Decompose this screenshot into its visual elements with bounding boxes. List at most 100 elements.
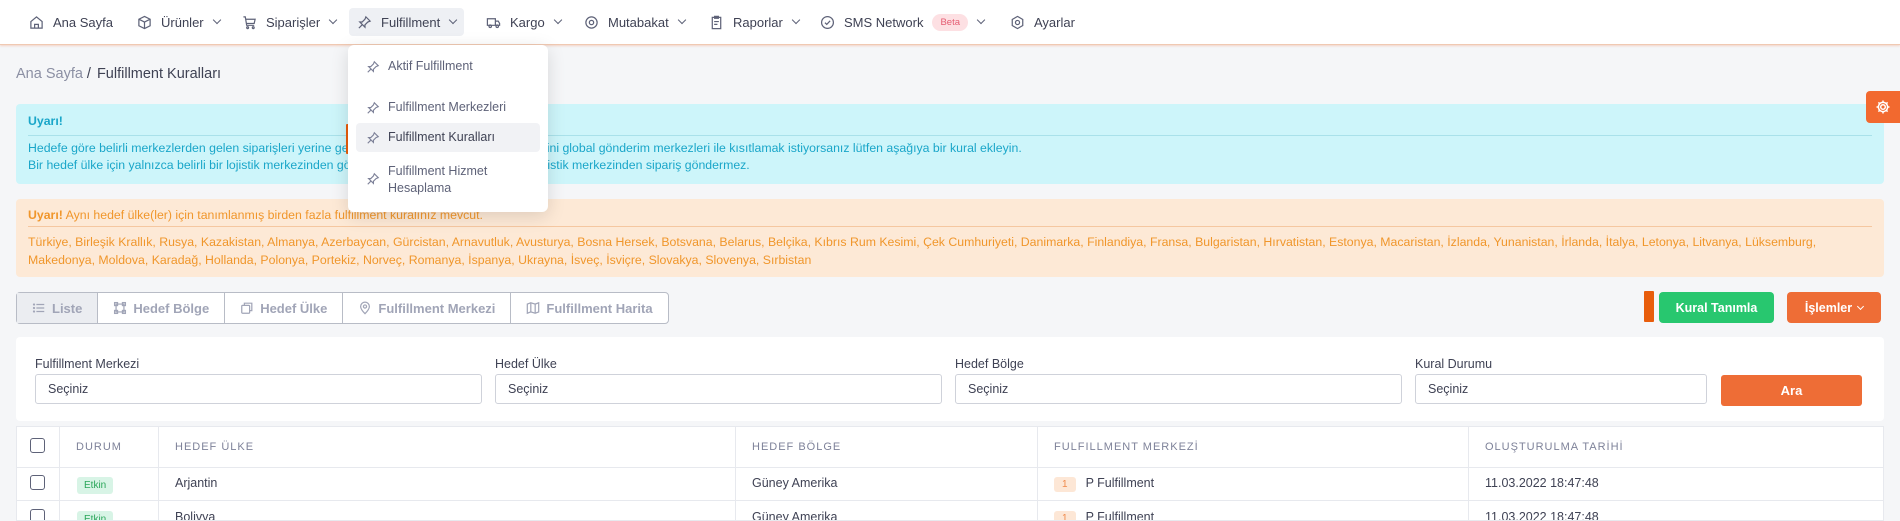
warning-alert: Uyarı! Aynı hedef ülke(ler) için tanımla… (16, 199, 1884, 277)
operations-dropdown-button[interactable]: İşlemler (1787, 292, 1881, 323)
tab-fulfillment-center[interactable]: Fulfillment Merkezi (343, 293, 512, 323)
clipboard-icon (711, 15, 722, 29)
column-header-status[interactable]: DURUM (76, 427, 122, 467)
nav-orders[interactable]: Siparişler (238, 8, 340, 36)
breadcrumb: Ana Sayfa / Fulfillment Kuralları (16, 66, 221, 82)
row-checkbox[interactable] (30, 509, 45, 520)
pin-icon (367, 131, 380, 144)
nav-products[interactable]: Ürünler (133, 8, 224, 36)
nav-shipping[interactable]: Kargo (482, 8, 565, 36)
tab-label: Hedef Bölge (133, 300, 210, 316)
nav-label: Siparişler (266, 14, 321, 30)
tab-list[interactable]: Liste (17, 293, 99, 323)
tab-fulfillment-map[interactable]: Fulfillment Harita (511, 293, 667, 323)
view-tabs: Liste Hedef Bölge Hedef Ülke Fulfillment… (16, 292, 669, 324)
settings-panel-toggle[interactable] (1866, 91, 1900, 123)
page-title: Fulfillment Kuralları (96, 66, 222, 82)
warning-country-list: Türkiye, Birleşik Krallık, Rusya, Kazaki… (28, 235, 1817, 267)
fulfillment-center-select[interactable]: Seçiniz (35, 374, 482, 404)
search-button[interactable]: Ara (1721, 375, 1862, 406)
target-region-select[interactable]: Seçiniz (955, 374, 1402, 404)
chevron-down-icon (328, 15, 338, 25)
menu-item-label: Aktif Fulfillment (388, 59, 473, 73)
eye-icon (585, 15, 598, 29)
select-all-checkbox[interactable] (30, 438, 45, 453)
cell-target-region: Güney Amerika (752, 510, 838, 521)
menu-item-label: Fulfillment Merkezleri (388, 100, 507, 114)
row-checkbox[interactable] (30, 475, 45, 490)
column-header-created-at[interactable]: OLUŞTURULMA TARİHİ (1485, 427, 1624, 467)
column-header-target-country[interactable]: HEDEF ÜLKE (175, 427, 254, 467)
home-icon (30, 15, 43, 29)
center-name: P Fulfillment (1085, 476, 1155, 490)
chevron-down-icon (976, 15, 986, 25)
location-icon (360, 301, 371, 315)
nav-label: SMS Network (844, 14, 924, 30)
menu-item-fulfillment-rules[interactable]: Fulfillment Kuralları (356, 123, 540, 152)
highlight-marker (1644, 291, 1654, 322)
tab-label: Fulfillment Merkezi (378, 300, 496, 316)
divider (28, 226, 1872, 227)
cell-target-country: Bolivya (175, 510, 216, 521)
nav-fulfillment[interactable]: Fulfillment (349, 8, 465, 36)
menu-item-fulfillment-service-calc[interactable]: Fulfillment Hizmet Hesaplama (356, 157, 506, 203)
map-icon (527, 301, 540, 315)
define-rule-button[interactable]: Kural Tanımla (1659, 292, 1774, 323)
menu-item-label: Fulfillment Hizmet Hesaplama (388, 164, 488, 195)
column-header-target-region[interactable]: HEDEF BÖLGE (752, 427, 841, 467)
pin-icon (367, 101, 380, 114)
nav-label: Ayarlar (1034, 14, 1075, 30)
truck-icon (486, 17, 501, 28)
check-circle-icon (820, 15, 835, 29)
warning-alert-title-bold: Uyarı! (28, 208, 63, 222)
copy-icon (241, 302, 253, 314)
menu-item-active-fulfillment[interactable]: Aktif Fulfillment (356, 52, 540, 81)
pin-icon (367, 60, 380, 73)
operations-label: İşlemler (1804, 300, 1853, 315)
center-count-badge: 1 (1054, 477, 1076, 492)
cell-target-region: Güney Amerika (752, 476, 838, 490)
nav-home[interactable]: Ana Sayfa (25, 8, 117, 36)
tab-target-country[interactable]: Hedef Ülke (225, 293, 344, 323)
rules-table: DURUM HEDEF ÜLKE HEDEF BÖLGE FULFILLMENT… (16, 426, 1884, 521)
filter-label-target-country: Hedef Ülke (495, 357, 557, 371)
breadcrumb-separator: / (86, 66, 91, 82)
nav-label: Fulfillment (381, 14, 441, 30)
nav-reports[interactable]: Raporlar (705, 8, 803, 36)
pin-icon (367, 172, 380, 185)
fulfillment-dropdown-menu: Aktif Fulfillment Fulfillment Merkezleri… (348, 45, 548, 212)
chevron-down-icon (449, 15, 458, 25)
filter-label-fulfillment-center: Fulfillment Merkezi (35, 357, 140, 371)
chevron-down-icon (212, 15, 221, 25)
nav-sms-network[interactable]: SMS Network Beta (816, 8, 988, 36)
top-navigation: Ana Sayfa Ürünler Siparişler Fulfillment… (0, 0, 1900, 45)
cell-fulfillment-center: 1 P Fulfillment (1054, 476, 1154, 492)
tab-label: Hedef Ülke (260, 300, 328, 316)
region-icon (114, 301, 127, 315)
cell-created-at: 11.03.2022 18:47:48 (1485, 510, 1599, 521)
chevron-down-icon (553, 15, 562, 25)
nav-label: Raporlar (733, 14, 783, 30)
gear-icon (1876, 100, 1890, 114)
chevron-down-icon (677, 15, 686, 25)
cell-created-at: 11.03.2022 18:47:48 (1485, 476, 1599, 490)
nav-reconciliation[interactable]: Mutabakat (580, 8, 689, 36)
breadcrumb-home-link[interactable]: Ana Sayfa (16, 66, 83, 82)
nav-label: Ürünler (161, 14, 204, 30)
nav-settings[interactable]: Ayarlar (1006, 8, 1079, 36)
cell-target-country: Arjantin (175, 476, 218, 490)
status-badge: Etkin (77, 511, 114, 520)
chevron-down-icon (1857, 302, 1865, 310)
menu-item-fulfillment-centers[interactable]: Fulfillment Merkezleri (356, 93, 540, 122)
rule-status-select[interactable]: Seçiniz (1415, 374, 1707, 404)
cart-icon (243, 15, 256, 29)
target-country-select[interactable]: Seçiniz (495, 374, 942, 404)
column-header-fulfillment-center[interactable]: FULFILLMENT MERKEZİ (1054, 427, 1199, 467)
info-alert-title: Uyarı! (28, 114, 63, 128)
tab-target-region[interactable]: Hedef Bölge (98, 293, 226, 323)
chevron-down-icon (791, 15, 801, 25)
tab-label: Liste (52, 300, 83, 316)
menu-item-label: Fulfillment Kuralları (388, 130, 495, 144)
status-badge: Etkin (77, 477, 114, 494)
nav-label: Kargo (510, 14, 545, 30)
